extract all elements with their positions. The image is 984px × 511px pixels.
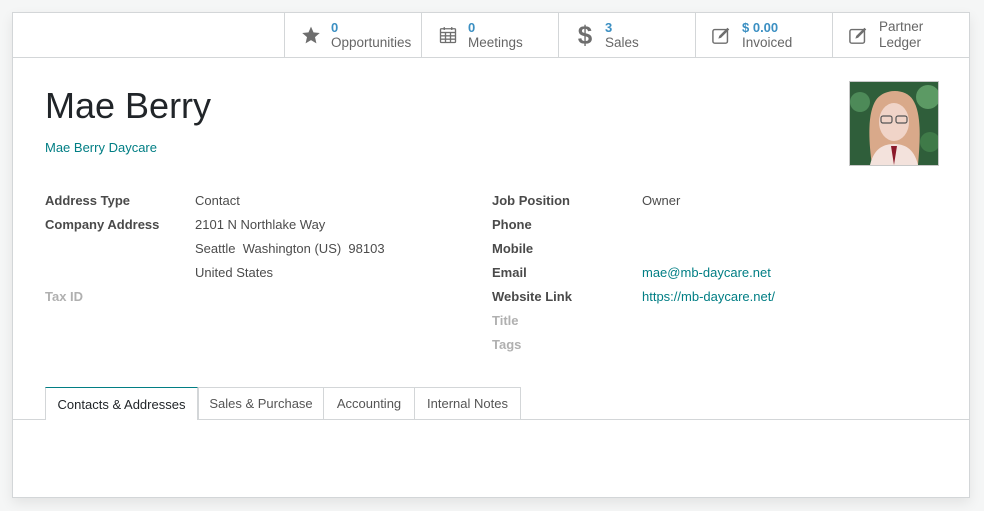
tab-contacts-addresses[interactable]: Contacts & Addresses [45,387,198,420]
email-link[interactable]: mae@mb-daycare.net [642,265,771,280]
phone-label: Phone [492,216,532,232]
edit-icon [846,22,872,48]
partner-avatar[interactable] [849,81,939,166]
dollar-icon: $ [577,19,593,50]
invoiced-button[interactable]: $ 0.00 Invoiced [695,13,832,57]
partner-form-card: 0 Opportunities 0 Meetings $ 3 Sales $ 0… [12,12,970,498]
opportunities-label: Opportunities [331,35,412,50]
title-label: Title [492,312,519,328]
partner-ledger-label-1: Partner [879,19,924,34]
job-position-label: Job Position [492,192,570,208]
notebook-tabs: Contacts & Addresses Sales & Purchase Ac… [13,387,969,420]
city-state-zip-value: Seattle Washington (US) 98103 [195,240,385,256]
tab-internal-notes[interactable]: Internal Notes [414,387,521,419]
star-icon [298,22,324,48]
website-link[interactable]: https://mb-daycare.net/ [642,289,775,304]
invoiced-amount: $ 0.00 [742,20,779,35]
invoiced-label: Invoiced [742,35,793,50]
tab-accounting[interactable]: Accounting [323,387,415,419]
tags-label: Tags [492,336,522,352]
job-position-value: Owner [642,192,681,208]
smart-button-box: 0 Opportunities 0 Meetings $ 3 Sales $ 0… [13,13,969,58]
email-label: Email [492,264,527,280]
address-type-label: Address Type [45,192,131,208]
meetings-button[interactable]: 0 Meetings [421,13,558,57]
address-group: Address Type Contact Company Address 210… [45,188,385,308]
calendar-icon [435,22,461,48]
opportunities-count: 0 [331,20,339,35]
partner-name: Mae Berry [45,85,212,126]
street-value: 2101 N Northlake Way [195,216,326,232]
partner-ledger-label-2: Ledger [879,35,922,50]
partner-ledger-button[interactable]: Partner Ledger [832,13,969,57]
country-value: United States [195,264,274,280]
avatar-photo [850,82,938,165]
meetings-label: Meetings [468,35,523,50]
tab-sales-purchase[interactable]: Sales & Purchase [198,387,324,419]
opportunities-button[interactable]: 0 Opportunities [284,13,421,57]
website-label: Website Link [492,288,572,304]
meetings-count: 0 [468,20,476,35]
edit-icon [709,22,735,48]
tax-id-label: Tax ID [45,288,84,304]
sales-label: Sales [605,35,639,50]
sales-button[interactable]: $ 3 Sales [558,13,695,57]
sales-count: 3 [605,20,613,35]
company-address-label: Company Address [45,216,160,232]
company-link[interactable]: Mae Berry Daycare [45,140,157,155]
mobile-label: Mobile [492,240,534,256]
address-type-value: Contact [195,192,240,208]
contact-info-group: Job Position Owner Phone Mobile Email ma… [492,188,775,356]
